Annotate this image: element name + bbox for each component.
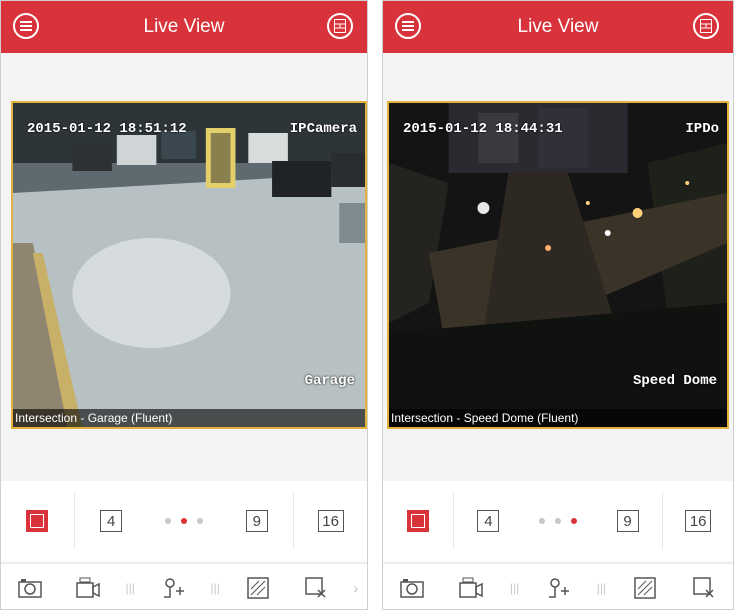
- video-camera-label: IPCamera: [289, 121, 357, 137]
- video-name-overlay: Speed Dome: [632, 373, 717, 389]
- grid-option-4[interactable]: 4: [75, 481, 148, 561]
- page-title: Live View: [517, 16, 599, 37]
- record-button[interactable]: [68, 568, 108, 608]
- grid-16-icon: 16: [685, 510, 712, 532]
- image-quality-icon: [634, 577, 656, 599]
- record-icon: [459, 577, 483, 598]
- snapshot-button[interactable]: [392, 568, 432, 608]
- window-grid-bar: 4 9 16: [383, 481, 733, 561]
- menu-button[interactable]: [13, 13, 39, 39]
- grid-option-16[interactable]: 16: [663, 481, 733, 561]
- toolbar-separator: |||: [210, 581, 220, 595]
- toolbar-separator: |||: [125, 581, 135, 595]
- window-grid-bar: 4 9 16: [1, 481, 367, 561]
- page-dot-active: [180, 518, 187, 524]
- ptz-button[interactable]: [538, 568, 578, 608]
- bottom-toolbar: ||| ||| ›: [1, 563, 367, 609]
- page-dot: [164, 518, 171, 524]
- grid-option-9[interactable]: 9: [593, 481, 663, 561]
- video-timestamp: 2015-01-12 18:51:12: [27, 121, 187, 137]
- ptz-icon: [163, 578, 184, 598]
- ptz-button[interactable]: [153, 568, 193, 608]
- grid-4-icon: 4: [477, 510, 500, 532]
- grid-1-icon: [26, 510, 49, 532]
- snapshot-button[interactable]: [10, 568, 50, 608]
- grid-1-icon: [406, 510, 429, 532]
- window-split-button[interactable]: [693, 13, 719, 39]
- grid-option-16[interactable]: 16: [294, 481, 367, 561]
- page-title: Live View: [143, 16, 225, 37]
- video-caption: Intersection - Speed Dome (Fluent): [389, 409, 727, 427]
- app-header: Live View: [1, 1, 367, 53]
- close-all-icon: [692, 577, 714, 598]
- page-indicator: [523, 481, 593, 561]
- close-all-icon: [304, 577, 326, 598]
- grid-option-9[interactable]: 9: [220, 481, 293, 561]
- video-timestamp: 2015-01-12 18:44:31: [403, 121, 563, 137]
- window-split-button[interactable]: [327, 13, 353, 39]
- record-icon: [75, 577, 100, 598]
- video-name-overlay: Garage: [304, 373, 355, 389]
- image-quality-button[interactable]: [238, 568, 278, 608]
- window-split-icon: [700, 19, 712, 33]
- page-dot: [538, 518, 545, 524]
- page-dot: [196, 518, 203, 524]
- grid-4-icon: 4: [100, 510, 123, 532]
- phone-screen-speed-dome: Live View 2015-01-12 18:44:31 IPDo Speed…: [382, 0, 734, 610]
- grid-option-4[interactable]: 4: [454, 481, 524, 561]
- live-video-window[interactable]: 2015-01-12 18:51:12 IPCamera Garage Inte…: [11, 101, 367, 429]
- grid-9-icon: 9: [245, 510, 268, 532]
- chevron-right-icon[interactable]: ›: [353, 580, 358, 596]
- grid-option-1[interactable]: [1, 481, 74, 561]
- image-quality-button[interactable]: [625, 568, 665, 608]
- page-indicator: [148, 481, 221, 561]
- app-header: Live View: [383, 1, 733, 53]
- video-camera-label: IPDo: [685, 121, 719, 137]
- page-dot: [554, 518, 561, 524]
- page-dot-active: [570, 518, 577, 524]
- record-button[interactable]: [451, 568, 491, 608]
- ptz-icon: [548, 578, 569, 598]
- grid-9-icon: 9: [616, 510, 639, 532]
- video-caption: Intersection - Garage (Fluent): [13, 409, 365, 427]
- image-quality-icon: [246, 577, 269, 599]
- menu-icon: [402, 21, 414, 31]
- grid-16-icon: 16: [317, 510, 344, 532]
- close-all-button[interactable]: [684, 568, 724, 608]
- phone-screen-garage: Live View 2015-01-12 18:51:12 IPCamera G…: [0, 0, 368, 610]
- menu-icon: [20, 21, 32, 31]
- window-split-icon: [334, 19, 346, 33]
- bottom-toolbar: ||| |||: [383, 563, 733, 609]
- toolbar-separator: |||: [509, 581, 520, 595]
- camera-snapshot-icon: [400, 579, 425, 598]
- grid-option-1[interactable]: [383, 481, 453, 561]
- close-all-button[interactable]: [296, 568, 336, 608]
- toolbar-separator: |||: [596, 581, 607, 595]
- live-video-window[interactable]: 2015-01-12 18:44:31 IPDo Speed Dome Inte…: [387, 101, 729, 429]
- camera-snapshot-icon: [18, 579, 42, 598]
- menu-button[interactable]: [395, 13, 421, 39]
